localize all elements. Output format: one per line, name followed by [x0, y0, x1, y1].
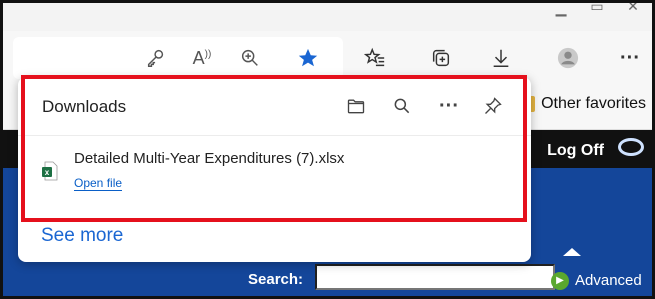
search-input[interactable] — [315, 264, 555, 290]
collections-icon[interactable] — [426, 43, 456, 73]
close-icon[interactable]: ✕ — [618, 0, 648, 17]
download-file-name[interactable]: Detailed Multi-Year Expenditures (7).xls… — [74, 150, 344, 167]
caret-up-icon[interactable] — [563, 248, 581, 256]
open-folder-icon[interactable] — [343, 93, 369, 119]
see-more-link[interactable]: See more — [41, 225, 123, 247]
restore-icon[interactable]: ▭ — [582, 0, 612, 17]
other-favorites-label: Other favorites — [541, 95, 646, 112]
open-file-link[interactable]: Open file — [74, 176, 123, 191]
read-aloud-icon[interactable]: A)) — [187, 43, 217, 73]
advanced-link[interactable]: Advanced — [575, 272, 642, 289]
downloads-flyout: Downloads ··· x Detailed Multi-Year Expe… — [18, 77, 531, 262]
advanced-go-icon[interactable]: ▶ — [551, 272, 569, 290]
downloads-title: Downloads — [42, 97, 127, 116]
title-bar: ▁ ▭ ✕ — [3, 0, 652, 31]
pin-icon[interactable] — [480, 93, 506, 119]
other-favorites[interactable]: Other favorites — [523, 95, 646, 113]
search-label: Search: — [248, 271, 304, 288]
favorites-icon[interactable] — [360, 43, 390, 73]
header-divider — [18, 135, 531, 136]
download-item[interactable]: x Detailed Multi-Year Expenditures (7).x… — [38, 147, 508, 197]
favorite-star-icon[interactable] — [293, 43, 323, 73]
more-icon[interactable]: ··· — [615, 43, 645, 73]
key-icon[interactable] — [141, 43, 171, 73]
zoom-in-icon[interactable] — [235, 43, 265, 73]
svg-text:x: x — [45, 168, 50, 177]
excel-file-icon: x — [42, 161, 58, 181]
minimize-icon[interactable]: ▁ — [546, 1, 576, 19]
address-bar[interactable]: A)) — [13, 37, 343, 79]
search-icon[interactable] — [389, 93, 415, 119]
logo-ring-icon — [618, 138, 644, 156]
profile-icon[interactable] — [553, 43, 583, 73]
log-off-link[interactable]: Log Off — [547, 142, 604, 160]
downloads-icon[interactable] — [486, 43, 516, 73]
more-options-icon[interactable]: ··· — [436, 93, 462, 119]
